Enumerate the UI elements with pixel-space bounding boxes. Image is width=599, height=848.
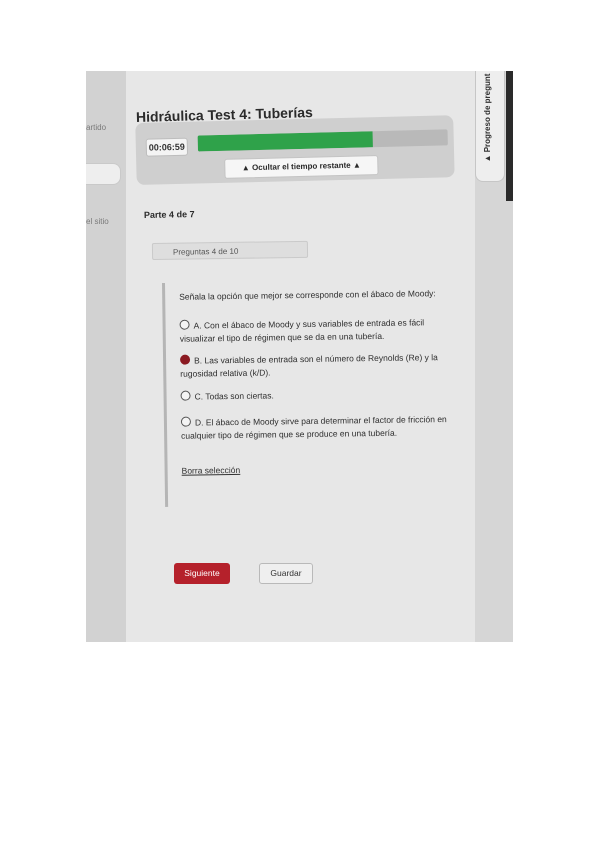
clear-selection-link[interactable]: Borra selección — [182, 465, 241, 476]
time-remaining: 00:06:59 — [145, 137, 189, 157]
radio-c[interactable] — [180, 390, 191, 401]
option-d[interactable]: D. El ábaco de Moody sirve para determin… — [180, 413, 453, 442]
main-content: Hidráulica Test 4: Tuberías 00:06:59 ▲ O… — [126, 71, 475, 642]
sidebar-field[interactable] — [86, 163, 121, 185]
question-counter: Preguntas 4 de 10 — [151, 240, 309, 260]
option-b[interactable]: B. Las variables de entrada son el númer… — [180, 351, 452, 380]
radio-b[interactable] — [180, 354, 191, 365]
option-b-label: B. Las variables de entrada son el númer… — [180, 352, 438, 379]
option-a[interactable]: A. Con el ábaco de Moody y sus variables… — [179, 316, 452, 345]
time-progress-fill — [197, 131, 373, 152]
sidebar-fragment-top[interactable]: artido — [86, 123, 106, 132]
question-block: Señala la opción que mejor se correspond… — [162, 278, 469, 507]
part-label: Parte 4 de 7 — [143, 209, 195, 220]
next-button[interactable]: Siguiente — [174, 563, 230, 584]
question-progress-tab[interactable]: ▲ Progreso de pregunt — [475, 71, 505, 182]
screen-photo: artido el sitio Hidráulica Test 4: Tuber… — [86, 71, 513, 642]
time-progress-bar — [197, 129, 448, 152]
timer-panel: 00:06:59 ▲ Ocultar el tiempo restante ▲ — [135, 115, 455, 185]
option-c-label: C. Todas son ciertas. — [194, 390, 274, 402]
left-sidebar: artido el sitio — [86, 71, 126, 642]
question-text: Señala la opción que mejor se correspond… — [179, 288, 436, 302]
radio-a[interactable] — [179, 319, 190, 330]
option-c[interactable]: C. Todas son ciertas. — [180, 387, 453, 403]
option-a-label: A. Con el ábaco de Moody y sus variables… — [179, 317, 425, 344]
sidebar-fragment-mid[interactable]: el sitio — [86, 217, 109, 226]
right-edge — [506, 71, 513, 201]
save-button[interactable]: Guardar — [259, 563, 313, 584]
hide-time-button[interactable]: ▲ Ocultar el tiempo restante ▲ — [224, 155, 379, 179]
question-progress-label: ▲ Progreso de pregunt — [483, 73, 492, 163]
radio-d[interactable] — [180, 416, 192, 427]
option-d-label: D. El ábaco de Moody sirve para determin… — [181, 414, 447, 441]
